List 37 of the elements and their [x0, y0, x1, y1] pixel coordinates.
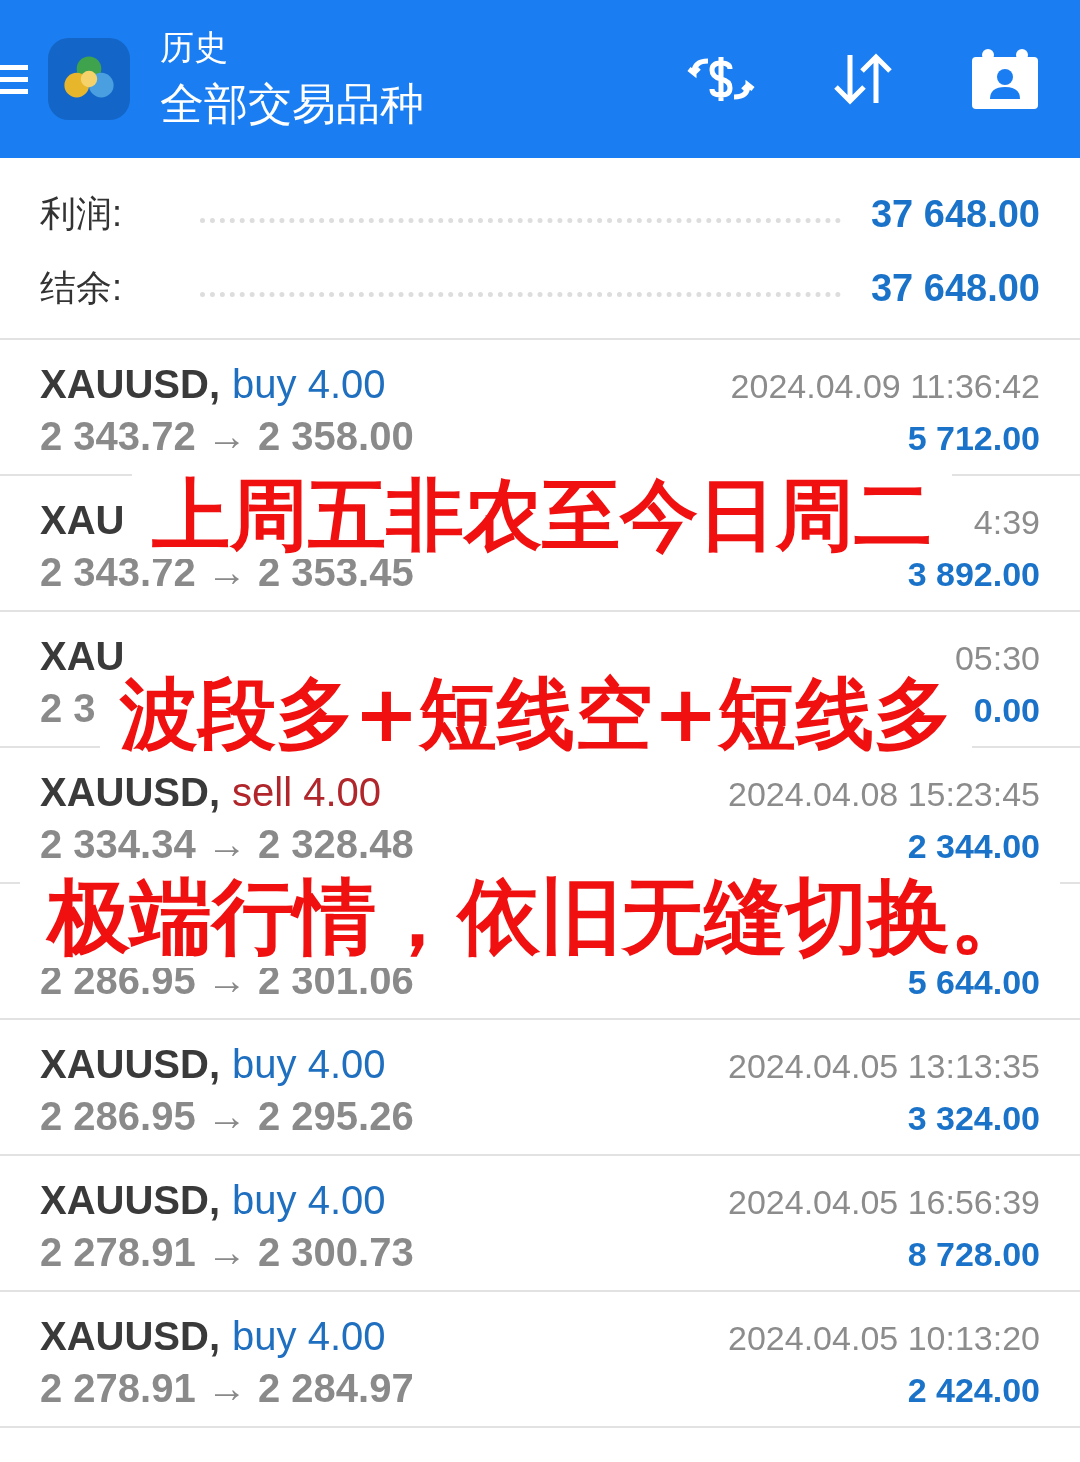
trade-prices: 2 278.91 → 2 284.97 — [40, 1366, 414, 1411]
trade-time: 2024.04.05 10:13:20 — [728, 1319, 1040, 1358]
trade-profit: 0.00 — [973, 691, 1040, 730]
summary-label: 结余: — [40, 265, 123, 310]
summary-value: 37 648.00 — [870, 192, 1040, 236]
order-type: buy 4.00 — [232, 1178, 386, 1223]
trade-profit: 5 712.00 — [907, 419, 1040, 458]
order-type: buy 4.00 — [232, 362, 386, 407]
trade-time: 2024.04.05 16:56:39 — [728, 1183, 1040, 1222]
trade-time: 2024.04.05 13:13:35 — [728, 1047, 1040, 1086]
app-logo-icon — [48, 38, 130, 120]
trade-profit: 8 728.00 — [907, 1235, 1040, 1274]
summary-value: 37 648.00 — [870, 266, 1040, 310]
order-type: buy 4.00 — [232, 1314, 386, 1359]
symbol-filter[interactable]: 全部交易品种 — [160, 74, 424, 134]
trade-symbol: XAUUSD, — [40, 362, 221, 407]
trade-symbol: XAUUSD, — [40, 1314, 221, 1359]
screen-title: 历史 — [160, 26, 229, 68]
trade-symbol: XAUUSD, — [40, 1042, 221, 1087]
trade-time: 2024.04.09 11:36:42 — [730, 367, 1040, 406]
trade-profit: 2 424.00 — [907, 1371, 1040, 1410]
trade-time: 4:39 — [973, 503, 1040, 542]
trade-prices: 2 286.95 → 2 295.26 — [40, 1094, 414, 1139]
summary-label: 利润: — [40, 191, 123, 236]
order-type: buy 4.00 — [232, 1042, 386, 1087]
trade-profit: 2 344.00 — [907, 827, 1040, 866]
trade-prices: 2 278.91 → 2 300.73 — [40, 1230, 414, 1275]
order-type: sell 4.00 — [232, 770, 381, 815]
trade-time: 2024.04.08 15:23:45 — [728, 775, 1040, 814]
trade-symbol: XAUUSD, — [40, 1178, 221, 1223]
trade-symbol: XAUUSD, — [40, 770, 221, 815]
trade-prices: 2 3 — [40, 686, 96, 731]
calendar-person-icon[interactable] — [970, 46, 1040, 112]
trade-prices: 2 343.72 → 2 358.00 — [40, 414, 414, 459]
trade-symbol: XAU — [40, 498, 125, 543]
trade-prices: 2 334.34 → 2 328.48 — [40, 822, 414, 867]
trade-profit: 3 324.00 — [907, 1099, 1040, 1138]
